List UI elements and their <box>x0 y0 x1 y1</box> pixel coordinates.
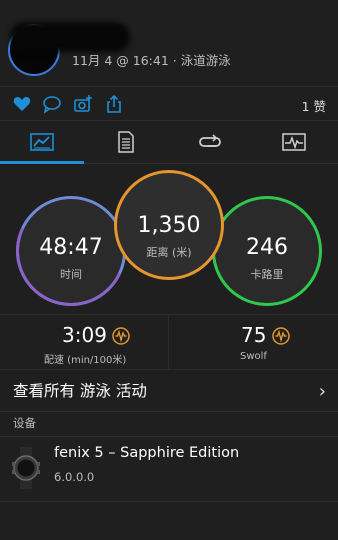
calories-circle: 246 卡路里 <box>212 196 322 306</box>
like-count[interactable]: 1 赞 <box>302 96 326 115</box>
user-name-redaction <box>10 22 130 52</box>
device-row[interactable]: fenix 5 – Sapphire Edition 6.0.0.0 <box>0 436 338 502</box>
pace-label: 配速 (min/100米) <box>44 355 127 366</box>
tab-details[interactable] <box>84 121 168 163</box>
activity-header: 11月 4 @ 16:41 · 泳道游泳 <box>0 0 338 86</box>
view-all-activities-row[interactable]: 查看所有 游泳 活动 › <box>0 369 338 412</box>
swolf-info-icon[interactable] <box>272 327 290 345</box>
calories-label: 卡路里 <box>250 268 284 281</box>
chevron-right-icon: › <box>318 381 326 402</box>
time-label: 时间 <box>60 268 82 281</box>
add-photo-icon[interactable] <box>73 94 93 114</box>
distance-value: 1,350 <box>137 213 201 238</box>
view-all-label: 查看所有 游泳 活动 <box>13 382 147 400</box>
swolf-value: 75 <box>241 323 267 347</box>
tab-overview[interactable] <box>0 121 84 164</box>
distance-label: 距离 (米) <box>146 246 192 259</box>
document-icon <box>118 131 134 153</box>
share-icon[interactable] <box>104 94 124 114</box>
tab-laps[interactable] <box>168 121 252 163</box>
activity-meta: 11月 4 @ 16:41 · 泳道游泳 <box>72 53 231 68</box>
watch-icon <box>12 447 40 489</box>
laps-loop-icon <box>199 134 221 147</box>
stats-row: 3:09 配速 (min/100米) 75 Swolf <box>0 314 338 370</box>
heart-rate-chart-icon <box>282 133 306 151</box>
pace-info-icon[interactable] <box>112 327 130 345</box>
pace-value: 3:09 <box>62 323 107 347</box>
like-heart-icon[interactable] <box>12 94 32 114</box>
calories-value: 246 <box>246 235 288 260</box>
tab-charts[interactable] <box>252 121 336 163</box>
time-circle: 48:47 时间 <box>16 196 126 306</box>
activity-tabs <box>0 120 338 164</box>
overview-chart-icon <box>30 133 54 151</box>
time-value: 48:47 <box>39 235 103 260</box>
distance-circle: 1,350 距离 (米) <box>114 170 224 280</box>
stats-divider <box>168 315 169 369</box>
swolf-label: Swolf <box>240 351 267 362</box>
comment-icon[interactable] <box>42 94 62 114</box>
action-bar: 1 赞 <box>0 86 338 121</box>
devices-section-label: 设备 <box>13 416 36 430</box>
device-version: 6.0.0.0 <box>54 470 95 484</box>
device-name: fenix 5 – Sapphire Edition <box>54 445 240 461</box>
